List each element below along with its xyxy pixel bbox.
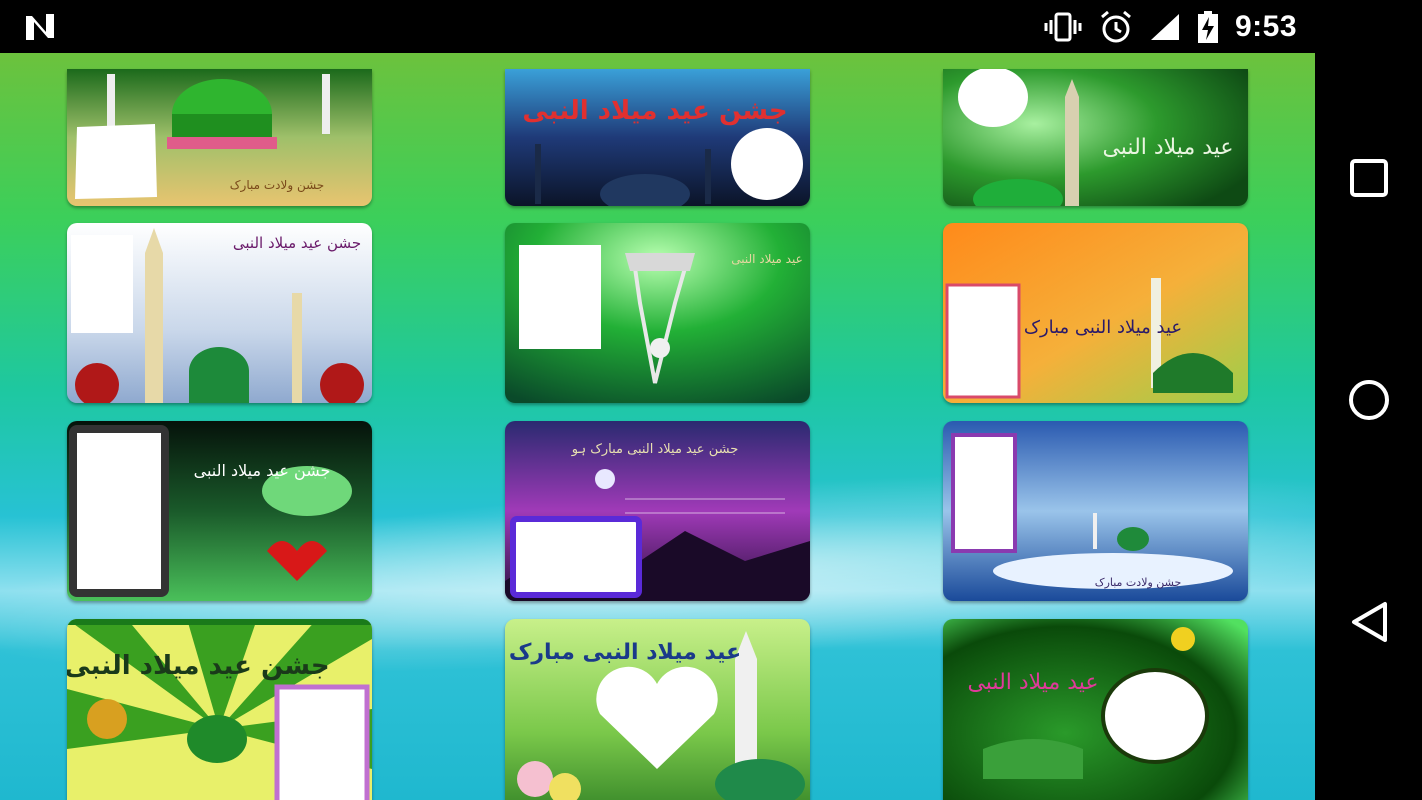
home-button[interactable] <box>1343 374 1395 426</box>
card-11-text: عید میلاد النبی مبارک <box>509 640 741 665</box>
back-triangle-icon <box>1352 602 1387 642</box>
card-9-text: جشن ولادت مبارک <box>1095 576 1182 589</box>
card-9[interactable]: جشن ولادت مبارک <box>943 421 1248 601</box>
card-6-text: عید میلاد النبی مبارک <box>1024 317 1182 338</box>
card-8-text: جشن عید میلاد النبی مبارک ہو <box>571 442 738 457</box>
recents-button[interactable] <box>1343 152 1395 204</box>
card-2[interactable]: جشن عید میلاد النبی <box>505 69 810 206</box>
battery-charging-icon <box>1197 10 1218 43</box>
n-logo-icon <box>26 14 54 40</box>
status-time: 9:53 <box>1234 9 1297 43</box>
status-bar: 9:53 <box>0 0 1422 53</box>
card-12[interactable]: عید میلاد النبی <box>943 619 1248 800</box>
card-7[interactable]: جشن عید میلاد النبی <box>67 421 372 601</box>
card-8[interactable]: جشن عید میلاد النبی مبارک ہو <box>505 421 810 601</box>
card-10[interactable]: جشن عید میلاد النبی <box>67 619 372 800</box>
card-10-text: جشن عید میلاد النبی <box>67 651 330 681</box>
card-4-text: جشن عید میلاد النبی <box>233 234 361 252</box>
card-6[interactable]: عید میلاد النبی مبارک <box>943 223 1248 403</box>
card-11[interactable]: عید میلاد النبی مبارک <box>505 619 810 800</box>
card-5-text: عید میلاد النبی <box>731 252 803 266</box>
recents-square-icon <box>1350 159 1388 197</box>
vibrate-icon <box>1044 12 1082 41</box>
card-1[interactable]: جشن ولادت مبارک <box>67 69 372 206</box>
home-circle-icon <box>1349 380 1389 420</box>
card-2-text: جشن عید میلاد النبی <box>522 96 787 126</box>
card-5[interactable]: عید میلاد النبی <box>505 223 810 403</box>
card-3-text: عید میلاد النبی <box>1102 135 1233 160</box>
card-4[interactable]: جشن عید میلاد النبی <box>67 223 372 403</box>
alarm-icon <box>1100 10 1131 42</box>
signal-icon <box>1150 13 1179 40</box>
card-gallery: جشن ولادت مبارک جشن عید میلاد النبی عید … <box>0 53 1315 800</box>
back-button[interactable] <box>1343 596 1395 648</box>
card-3[interactable]: عید میلاد النبی <box>943 69 1248 206</box>
navigation-bar <box>1315 53 1422 800</box>
card-1-text: جشن ولادت مبارک <box>230 178 324 193</box>
card-7-text: جشن عید میلاد النبی <box>194 461 331 481</box>
card-12-text: عید میلاد النبی <box>967 670 1098 695</box>
